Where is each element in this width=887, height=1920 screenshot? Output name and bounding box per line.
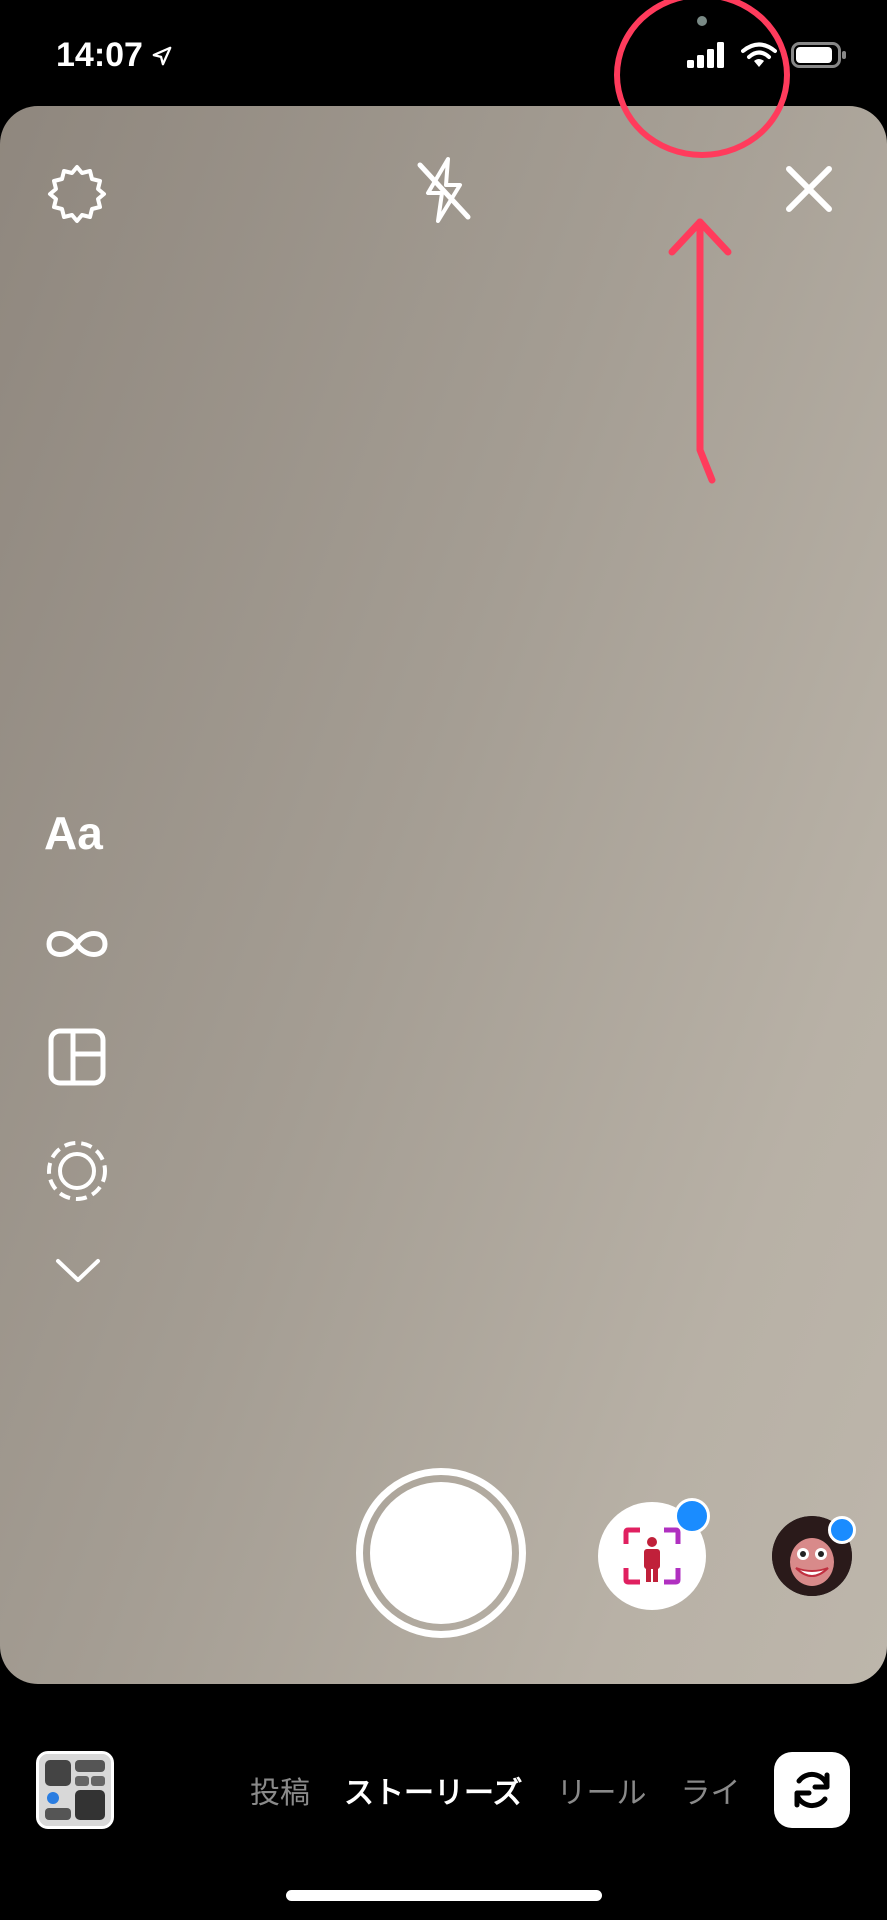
boomerang-button[interactable] bbox=[42, 914, 112, 974]
location-arrow-icon bbox=[152, 46, 172, 65]
mode-stories[interactable]: ストーリーズ bbox=[344, 1768, 523, 1812]
mode-selector: 投稿 ストーリーズ リール ライ bbox=[250, 1768, 741, 1812]
battery-icon bbox=[791, 42, 846, 68]
settings-button[interactable] bbox=[40, 156, 114, 230]
status-time: 14:07 bbox=[56, 36, 173, 75]
gallery-preview-image bbox=[39, 1754, 111, 1826]
time-text: 14:07 bbox=[56, 36, 143, 74]
person-frame-effect-icon bbox=[623, 1527, 681, 1585]
flip-camera-icon bbox=[794, 1771, 830, 1809]
dashed-circle-icon bbox=[47, 1141, 107, 1201]
settings-gear-icon bbox=[48, 165, 106, 223]
camera-viewfinder[interactable]: Aa bbox=[0, 106, 887, 1684]
more-tools-button[interactable] bbox=[50, 1248, 106, 1292]
close-button[interactable] bbox=[776, 156, 842, 222]
mode-live[interactable]: ライ bbox=[681, 1768, 741, 1812]
hands-free-button[interactable] bbox=[42, 1136, 112, 1206]
flash-toggle-button[interactable] bbox=[410, 150, 478, 230]
layout-button[interactable] bbox=[44, 1024, 110, 1090]
annotation-arrow bbox=[668, 218, 732, 484]
flip-camera-button[interactable] bbox=[774, 1752, 850, 1828]
flash-off-icon bbox=[417, 157, 471, 223]
home-indicator[interactable] bbox=[286, 1890, 602, 1901]
layout-grid-icon bbox=[48, 1028, 106, 1086]
avatar-new-badge bbox=[828, 1516, 856, 1544]
create-text-tool[interactable]: Aa bbox=[44, 806, 103, 860]
effect-new-badge bbox=[674, 1498, 710, 1534]
boomerang-infinity-icon bbox=[46, 931, 108, 957]
close-icon bbox=[786, 166, 832, 212]
mode-reels[interactable]: リール bbox=[557, 1768, 647, 1812]
shutter-inner bbox=[370, 1482, 512, 1624]
chevron-down-icon bbox=[56, 1259, 100, 1282]
shutter-button[interactable] bbox=[356, 1468, 526, 1638]
mode-post[interactable]: 投稿 bbox=[250, 1768, 310, 1812]
gallery-thumbnail[interactable] bbox=[36, 1751, 114, 1829]
